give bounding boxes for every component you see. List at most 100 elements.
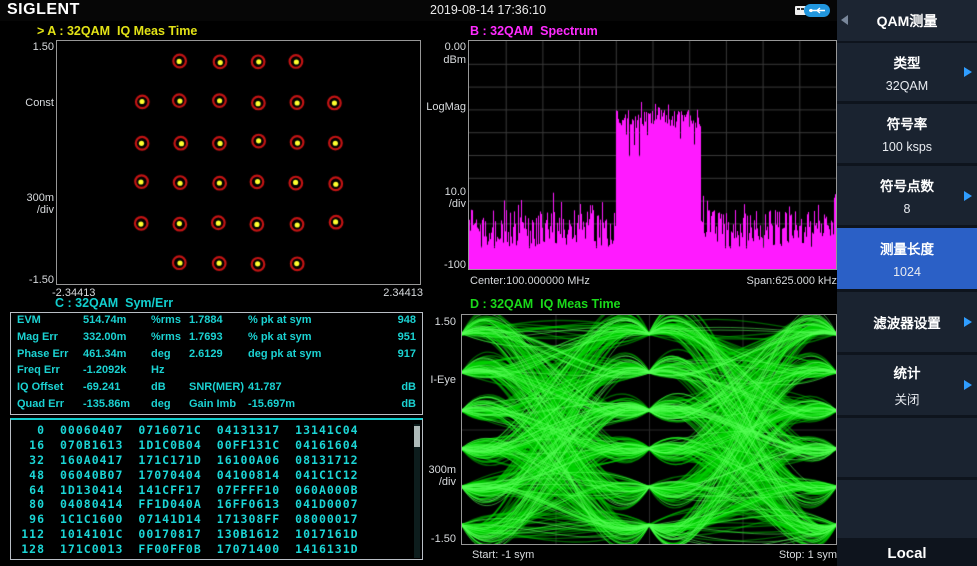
softkey-测量长度[interactable]: 测量长度1024 <box>837 228 977 289</box>
softkey-value: 关闭 <box>894 389 919 408</box>
stats-cell: 1.7693 <box>189 331 223 343</box>
stats-cell: deg <box>151 398 171 410</box>
hex-group: 13141C04 <box>295 423 358 437</box>
softkey-滤波器设置[interactable]: 滤波器设置 <box>837 292 977 352</box>
panel-d-bottom-label: -1.50 <box>411 533 456 545</box>
hex-group: 1D130414 <box>60 483 123 497</box>
panel-a-scale-label: 300m <box>8 192 54 204</box>
stats-cell: % pk at sym <box>248 314 312 326</box>
stats-row: Mag Err332.00m%rms1.7693% pk at sym951 <box>11 330 422 347</box>
hex-group: 07141D14 <box>138 512 201 526</box>
hex-group: 00170817 <box>138 527 201 541</box>
panel-a-title: > A : 32QAM IQ Meas Time <box>37 24 197 38</box>
hex-group: 07FFFF10 <box>217 483 280 497</box>
stats-cell: Quad Err <box>17 398 64 410</box>
hex-group: 171C0013 <box>60 542 123 556</box>
stats-row: Freq Err -1.2092k Hz <box>11 363 422 380</box>
hex-row-index: 128 <box>11 542 45 556</box>
hex-group: 04161604 <box>295 438 358 452</box>
panel-b-bottom-label: -100 <box>421 259 466 271</box>
submenu-arrow-icon <box>964 67 972 77</box>
panel-d-scale-unit: /div <box>411 476 456 488</box>
hex-group: 141CFF17 <box>138 483 201 497</box>
hex-row: 128171C0013FF00FF0B170714001416131D <box>11 542 422 557</box>
hex-group: 1017161D <box>295 527 358 541</box>
softkey-label: 符号点数 <box>880 175 934 195</box>
stats-cell: EVM <box>17 314 41 326</box>
hex-group: 070B1613 <box>60 438 123 452</box>
hex-row-index: 96 <box>11 512 45 526</box>
stats-cell: deg pk at sym <box>248 348 321 360</box>
hex-group: 16FF0613 <box>217 497 280 511</box>
hex-row: 641D130414141CFF1707FFFF10060A000B <box>11 483 422 498</box>
stats-cell: SNR(MER) <box>189 381 244 393</box>
hex-group: 041D0007 <box>295 497 358 511</box>
softkey-value: 100 ksps <box>882 140 932 154</box>
top-status-bar: SIGLENT 2019-08-14 17:36:10 <box>0 0 837 21</box>
local-button[interactable]: Local <box>837 541 977 566</box>
stats-cell: IQ Offset <box>17 381 63 393</box>
panel-a-bottom-label: -1.50 <box>8 274 54 286</box>
softkey-label: 符号率 <box>887 113 928 133</box>
softkey-value: 8 <box>904 202 911 216</box>
panel-b-scale-unit: /div <box>421 198 466 210</box>
stats-cell: 332.00m <box>83 331 126 343</box>
stats-row: Phase Err461.34mdeg2.6129deg pk at sym91… <box>11 347 422 364</box>
stats-cell: 514.74m <box>83 314 126 326</box>
stats-cell: -1.2092k <box>83 364 126 376</box>
stats-cell: 41.787 <box>248 381 282 393</box>
submenu-arrow-icon <box>964 380 972 390</box>
hex-group: FF1D040A <box>138 497 201 511</box>
hex-group: 160A0417 <box>60 453 123 467</box>
hex-row: 32160A0417171C171D16100A0608131712 <box>11 453 422 468</box>
siglent-logo: SIGLENT <box>7 1 80 19</box>
stats-cell: -135.86m <box>83 398 130 410</box>
hex-row-index: 112 <box>11 527 45 541</box>
sym-err-stats-table: EVM514.74m%rms1.7884% pk at sym948Mag Er… <box>10 312 423 415</box>
stats-cell: deg <box>151 348 171 360</box>
hex-row-index: 0 <box>11 423 45 437</box>
hex-group: 04080414 <box>60 497 123 511</box>
hex-group: 060A000B <box>295 483 358 497</box>
hex-group: 00FF131C <box>217 438 280 452</box>
panel-b-ref-level: 0.00 <box>421 41 466 53</box>
stats-cell: dB <box>401 398 416 410</box>
softkey-empty-6[interactable] <box>837 418 977 477</box>
softkey-符号点数[interactable]: 符号点数 8 <box>837 166 977 225</box>
submenu-arrow-icon <box>964 191 972 201</box>
stats-cell: -15.697m <box>248 398 295 410</box>
stats-cell: Hz <box>151 364 164 376</box>
softkey-统计[interactable]: 统计关闭 <box>837 355 977 415</box>
stats-cell: 1.7884 <box>189 314 223 326</box>
usb-drive-icon <box>794 3 834 18</box>
hex-group: 171308FF <box>217 512 280 526</box>
softkey-empty-7[interactable] <box>837 480 977 538</box>
menu-back-icon[interactable] <box>841 15 848 25</box>
menu-header: QAM测量 <box>837 0 977 41</box>
hex-group: 1C1C1600 <box>60 512 123 526</box>
submenu-arrow-icon <box>964 317 972 327</box>
hex-group: 0716071C <box>138 423 201 437</box>
softkey-类型[interactable]: 类型32QAM <box>837 43 977 101</box>
hex-row-index: 16 <box>11 438 45 452</box>
stats-cell: 917 <box>398 348 416 360</box>
panel-d-trace-type: I-Eye <box>411 374 456 386</box>
stats-cell: Phase Err <box>17 348 68 360</box>
hex-group: 06040B07 <box>60 468 123 482</box>
hex-group: 130B1612 <box>217 527 280 541</box>
stats-row: IQ Offset-69.241dBSNR(MER)41.787dB <box>11 380 422 397</box>
hex-scrollbar-thumb[interactable] <box>414 426 420 447</box>
panel-b-title: B : 32QAM Spectrum <box>470 24 598 38</box>
stats-cell: Freq Err <box>17 364 60 376</box>
softkey-符号率[interactable]: 符号率 100 ksps <box>837 104 977 163</box>
panel-b-ref-unit: dBm <box>421 54 466 66</box>
stats-row: Quad Err-135.86mdegGain Imb-15.697mdB <box>11 397 422 414</box>
hex-group: 1014101C <box>60 527 123 541</box>
hex-row: 8004080414FF1D040A16FF0613041D0007 <box>11 497 422 512</box>
softkey-label: 类型 <box>894 52 921 72</box>
panel-a-x-max: 2.34413 <box>343 287 423 299</box>
softkey-label: 测量长度 <box>880 238 934 258</box>
hex-group: 041C1C12 <box>295 468 358 482</box>
stats-cell: Mag Err <box>17 331 58 343</box>
panel-b-span: Span:625.000 kHz <box>637 275 837 287</box>
